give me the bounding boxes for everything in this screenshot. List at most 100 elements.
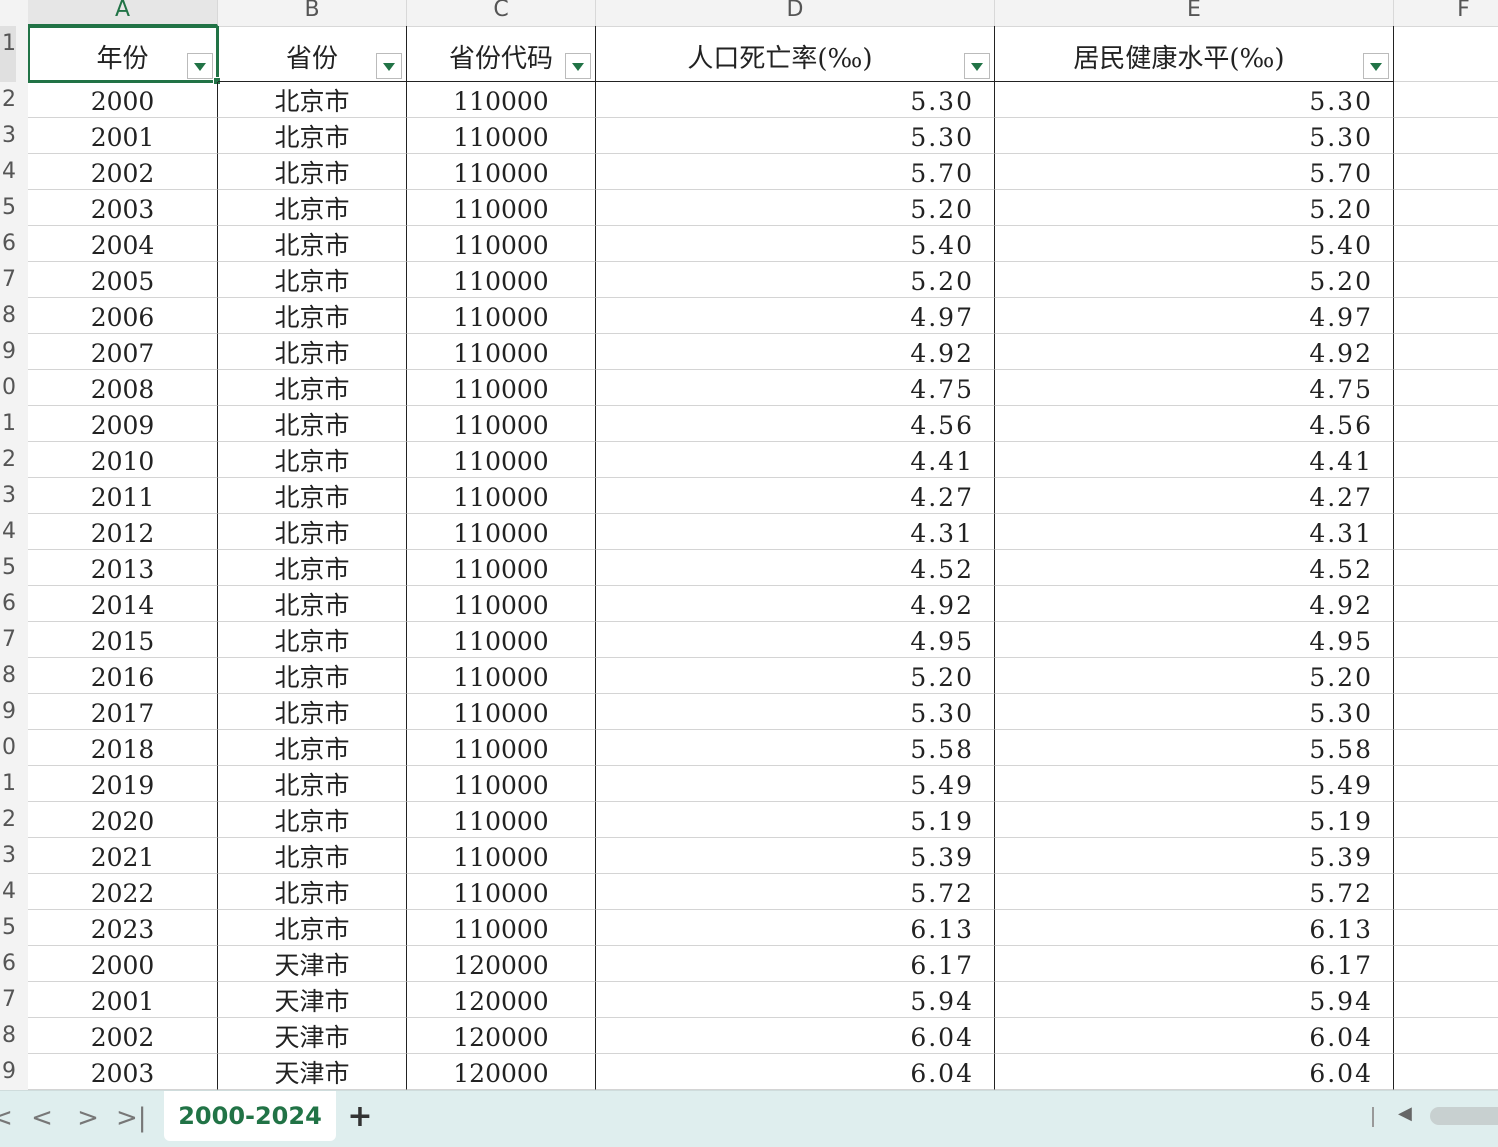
table-cell[interactable]: 4.52 (596, 550, 995, 586)
table-cell[interactable]: 2013 (28, 550, 218, 586)
row-header[interactable]: 2 (0, 82, 16, 118)
table-cell[interactable]: 北京市 (218, 622, 407, 658)
table-cell[interactable]: 5.72 (995, 874, 1394, 910)
table-cell[interactable]: 北京市 (218, 802, 407, 838)
empty-cell[interactable] (1394, 442, 1498, 478)
row-header[interactable]: 3 (0, 118, 16, 154)
table-cell[interactable]: 4.75 (995, 370, 1394, 406)
row-header[interactable]: 17 (0, 622, 16, 658)
horizontal-scrollbar-thumb[interactable] (1430, 1107, 1498, 1125)
table-cell[interactable]: 北京市 (218, 406, 407, 442)
table-cell[interactable]: 6.04 (995, 1018, 1394, 1054)
sheet-tab-2000-2024[interactable]: 2000-2024 (164, 1091, 336, 1141)
table-cell[interactable]: 6.13 (995, 910, 1394, 946)
table-cell[interactable]: 6.17 (995, 946, 1394, 982)
table-cell[interactable]: 6.13 (596, 910, 995, 946)
empty-cell[interactable] (1394, 514, 1498, 550)
table-cell[interactable]: 2018 (28, 730, 218, 766)
empty-cell[interactable] (1394, 478, 1498, 514)
table-cell[interactable]: 5.58 (995, 730, 1394, 766)
table-cell[interactable]: 110000 (407, 370, 596, 406)
table-cell[interactable]: 2022 (28, 874, 218, 910)
header-cell-health-level[interactable]: 居民健康水平(‰) (995, 26, 1394, 82)
table-cell[interactable]: 5.30 (596, 694, 995, 730)
column-header-d[interactable]: D (596, 0, 995, 26)
table-cell[interactable]: 110000 (407, 442, 596, 478)
table-cell[interactable]: 5.70 (596, 154, 995, 190)
table-cell[interactable]: 北京市 (218, 838, 407, 874)
table-cell[interactable]: 2002 (28, 154, 218, 190)
row-header[interactable]: 4 (0, 154, 16, 190)
table-cell[interactable]: 4.52 (995, 550, 1394, 586)
table-cell[interactable]: 5.19 (995, 802, 1394, 838)
table-cell[interactable]: 2006 (28, 298, 218, 334)
table-cell[interactable]: 5.49 (995, 766, 1394, 802)
table-cell[interactable]: 2017 (28, 694, 218, 730)
row-header[interactable]: 23 (0, 838, 16, 874)
empty-cell[interactable] (1394, 26, 1498, 82)
table-cell[interactable]: 2019 (28, 766, 218, 802)
table-cell[interactable]: 天津市 (218, 946, 407, 982)
table-cell[interactable]: 110000 (407, 586, 596, 622)
last-sheet-button[interactable]: >| (116, 1103, 147, 1133)
row-header[interactable]: 10 (0, 370, 16, 406)
row-header[interactable]: 7 (0, 262, 16, 298)
row-header[interactable]: 9 (0, 334, 16, 370)
table-cell[interactable]: 天津市 (218, 1018, 407, 1054)
table-cell[interactable]: 110000 (407, 658, 596, 694)
table-cell[interactable]: 5.72 (596, 874, 995, 910)
table-cell[interactable]: 4.97 (995, 298, 1394, 334)
table-cell[interactable]: 北京市 (218, 154, 407, 190)
empty-cell[interactable] (1394, 370, 1498, 406)
row-header[interactable]: 1 (0, 26, 16, 82)
table-cell[interactable]: 4.27 (596, 478, 995, 514)
empty-cell[interactable] (1394, 154, 1498, 190)
table-cell[interactable]: 北京市 (218, 478, 407, 514)
table-cell[interactable]: 5.49 (596, 766, 995, 802)
table-cell[interactable]: 110000 (407, 118, 596, 154)
table-cell[interactable]: 2023 (28, 910, 218, 946)
table-cell[interactable]: 5.40 (596, 226, 995, 262)
table-cell[interactable]: 110000 (407, 622, 596, 658)
table-cell[interactable]: 天津市 (218, 1054, 407, 1090)
empty-cell[interactable] (1394, 262, 1498, 298)
table-cell[interactable]: 110000 (407, 190, 596, 226)
row-header[interactable]: 27 (0, 982, 16, 1018)
column-header-f[interactable]: F (1394, 0, 1498, 26)
table-cell[interactable]: 110000 (407, 334, 596, 370)
table-cell[interactable]: 2001 (28, 982, 218, 1018)
prev-sheet-button[interactable]: < (28, 1103, 56, 1133)
table-cell[interactable]: 110000 (407, 694, 596, 730)
table-cell[interactable]: 北京市 (218, 190, 407, 226)
table-cell[interactable]: 2009 (28, 406, 218, 442)
table-cell[interactable]: 北京市 (218, 586, 407, 622)
table-cell[interactable]: 110000 (407, 874, 596, 910)
table-cell[interactable]: 6.04 (596, 1054, 995, 1090)
table-cell[interactable]: 5.94 (995, 982, 1394, 1018)
table-cell[interactable]: 6.04 (995, 1054, 1394, 1090)
column-header-a[interactable]: A (28, 0, 218, 26)
row-header[interactable]: 15 (0, 550, 16, 586)
row-header[interactable]: 8 (0, 298, 16, 334)
table-cell[interactable]: 5.30 (596, 118, 995, 154)
empty-cell[interactable] (1394, 802, 1498, 838)
table-cell[interactable]: 5.20 (596, 262, 995, 298)
row-header[interactable]: 21 (0, 766, 16, 802)
table-cell[interactable]: 北京市 (218, 334, 407, 370)
table-cell[interactable]: 5.20 (596, 190, 995, 226)
table-cell[interactable]: 6.17 (596, 946, 995, 982)
empty-cell[interactable] (1394, 694, 1498, 730)
table-cell[interactable]: 110000 (407, 478, 596, 514)
filter-dropdown-icon[interactable] (1363, 53, 1389, 79)
filter-dropdown-icon[interactable] (376, 53, 402, 79)
empty-cell[interactable] (1394, 1054, 1498, 1090)
table-cell[interactable]: 110000 (407, 802, 596, 838)
table-cell[interactable]: 北京市 (218, 874, 407, 910)
table-cell[interactable]: 北京市 (218, 658, 407, 694)
table-cell[interactable]: 4.97 (596, 298, 995, 334)
table-cell[interactable]: 110000 (407, 226, 596, 262)
row-header[interactable]: 28 (0, 1018, 16, 1054)
table-cell[interactable]: 北京市 (218, 262, 407, 298)
table-cell[interactable]: 北京市 (218, 694, 407, 730)
empty-cell[interactable] (1394, 226, 1498, 262)
